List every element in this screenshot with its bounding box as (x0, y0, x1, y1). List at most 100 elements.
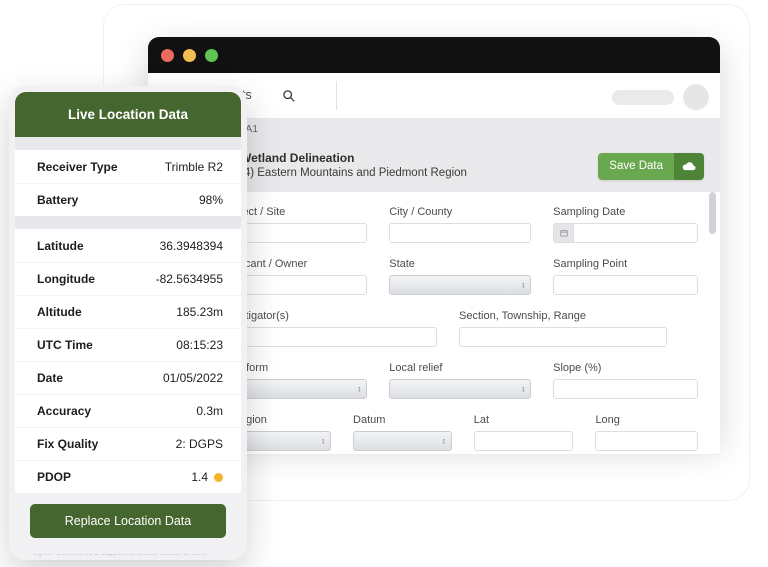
field-state: State (389, 258, 532, 295)
row-value: 36.3948394 (159, 238, 223, 253)
field-label: Sampling Date (553, 206, 626, 218)
field-label: Local relief (389, 362, 443, 374)
panel-spacer (15, 216, 241, 229)
row-label: Altitude (37, 305, 82, 319)
field-long: Long (595, 414, 698, 451)
field-label: Sampling Point (553, 258, 628, 270)
field-applicant-owner: licant / Owner (240, 258, 368, 295)
search-icon[interactable] (282, 89, 295, 102)
list-item: Receiver Type Trimble R2 (15, 150, 241, 183)
list-item: Date 01/05/2022 (15, 361, 241, 394)
save-data-button[interactable]: Save Data (598, 152, 704, 180)
row-value-text: 1.4 (191, 470, 208, 484)
field-subregion: egion (240, 414, 332, 451)
field-section-township-range: Section, Township, Range (459, 310, 667, 347)
form-row: licant / Owner State Sampling Point (240, 258, 698, 295)
row-value: 2: DGPS (175, 437, 223, 451)
minimize-window-button[interactable] (183, 48, 196, 62)
live-location-panel-footer: Replace Location Data (15, 494, 241, 554)
list-item: PDOP 1.4 (15, 460, 241, 493)
row-label: UTC Time (37, 338, 93, 352)
field-label: dform (240, 362, 269, 374)
field-sampling-point: Sampling Point (553, 258, 698, 295)
row-value: Trimble R2 (164, 159, 223, 174)
panel-spacer (15, 137, 241, 150)
form-title-block: Wetland Delineation (4) Eastern Mountain… (240, 150, 467, 182)
list-item: Longitude -82.5634955 (15, 262, 241, 295)
form-scrollbar[interactable] (709, 192, 716, 234)
field-investigators: stigator(s) (240, 310, 437, 347)
live-location-panel: Live Location Data Receiver Type Trimble… (9, 86, 247, 560)
user-name-placeholder[interactable] (612, 89, 674, 105)
long-input[interactable] (595, 431, 698, 451)
list-item: UTC Time 08:15:23 (15, 328, 241, 361)
field-project-site: ject / Site (240, 206, 368, 243)
row-label: Longitude (37, 272, 95, 286)
list-item: Latitude 36.3948394 (15, 229, 241, 262)
city-county-input[interactable] (389, 223, 532, 243)
row-label: Fix Quality (37, 437, 99, 451)
sampling-point-input[interactable] (553, 275, 698, 295)
field-city-county: City / County (389, 206, 532, 243)
datum-select[interactable] (353, 431, 452, 451)
field-label: licant / Owner (240, 258, 308, 270)
sampling-date-input[interactable] (553, 223, 698, 243)
replace-location-data-button[interactable]: Replace Location Data (30, 504, 226, 538)
row-label: Latitude (37, 238, 84, 253)
row-value: 08:15:23 (176, 338, 223, 352)
field-label: ject / Site (240, 206, 286, 218)
row-label: Battery (37, 193, 79, 207)
list-item: Battery 98% (15, 183, 241, 216)
field-sampling-date: Sampling Date (553, 206, 698, 243)
warning-dot-icon (214, 472, 223, 482)
close-window-button[interactable] (161, 48, 174, 62)
browser-titlebar (148, 37, 720, 73)
form-row: dform Local relief Slope (%) (240, 362, 698, 399)
list-item: Altitude 185.23m (15, 295, 241, 328)
maximize-window-button[interactable] (205, 48, 218, 62)
calendar-icon[interactable] (554, 224, 575, 242)
lat-input[interactable] (473, 431, 574, 451)
field-landform: dform (240, 362, 368, 399)
list-item: Fix Quality 2: DGPS (15, 427, 241, 460)
field-label: State (389, 258, 415, 270)
row-value: 1.4 (191, 470, 223, 484)
applicant-owner-input[interactable] (240, 275, 368, 295)
live-location-panel-header: Live Location Data (15, 92, 241, 137)
save-data-label: Save Data (598, 152, 674, 180)
field-datum: Datum (353, 414, 452, 451)
appbar-right-cluster (612, 84, 709, 110)
landform-select[interactable] (240, 379, 368, 399)
field-label: Datum (353, 414, 386, 426)
investigators-input[interactable] (240, 327, 437, 347)
row-value: 01/05/2022 (162, 371, 223, 385)
field-label: Long (595, 414, 620, 426)
row-label: Accuracy (37, 404, 92, 418)
row-value: 98% (198, 193, 223, 207)
field-slope: Slope (%) (553, 362, 698, 399)
slope-input[interactable] (553, 379, 698, 399)
page-title: Wetland Delineation (240, 151, 355, 166)
avatar[interactable] (683, 84, 709, 110)
list-item: Accuracy 0.3m (15, 394, 241, 427)
field-label: egion (240, 414, 267, 426)
field-label: Slope (%) (553, 362, 602, 374)
project-site-input[interactable] (240, 223, 368, 243)
field-label: City / County (389, 206, 453, 218)
field-local-relief: Local relief (389, 362, 532, 399)
subregion-select[interactable] (240, 431, 332, 451)
field-lat: Lat (473, 414, 574, 451)
local-relief-select[interactable] (389, 379, 532, 399)
form-bottom-edge (240, 454, 720, 455)
row-value: 185.23m (176, 305, 223, 319)
appbar-divider (336, 81, 337, 110)
field-label: stigator(s) (240, 310, 289, 322)
location-group-readings: Latitude 36.3948394 Longitude -82.563495… (15, 229, 241, 526)
state-select[interactable] (389, 275, 532, 295)
row-label: PDOP (37, 470, 72, 484)
row-label: Date (37, 371, 64, 385)
section-township-range-input[interactable] (459, 327, 667, 347)
form-row: stigator(s) Section, Township, Range (240, 310, 698, 347)
row-value: 0.3m (196, 404, 223, 418)
field-label: Section, Township, Range (459, 310, 586, 322)
